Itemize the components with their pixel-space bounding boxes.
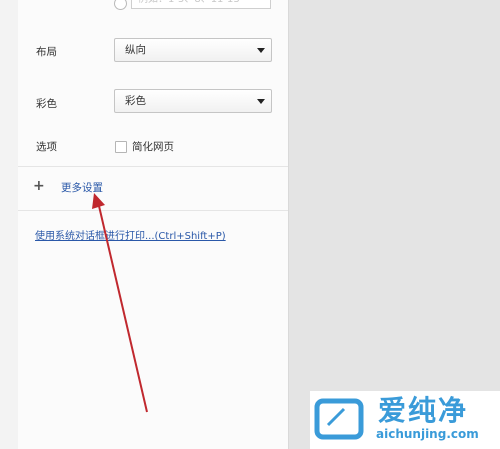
watermark-logo-icon xyxy=(314,398,364,440)
annotation-arrowhead xyxy=(92,193,105,209)
watermark-url: aichunjing.com xyxy=(376,427,479,441)
annotation-arrow-shaft xyxy=(98,205,148,413)
watermark-title: 爱纯净 xyxy=(378,394,469,427)
annotation-arrow xyxy=(92,193,148,413)
watermark: 爱纯净 aichunjing.com xyxy=(310,391,500,449)
